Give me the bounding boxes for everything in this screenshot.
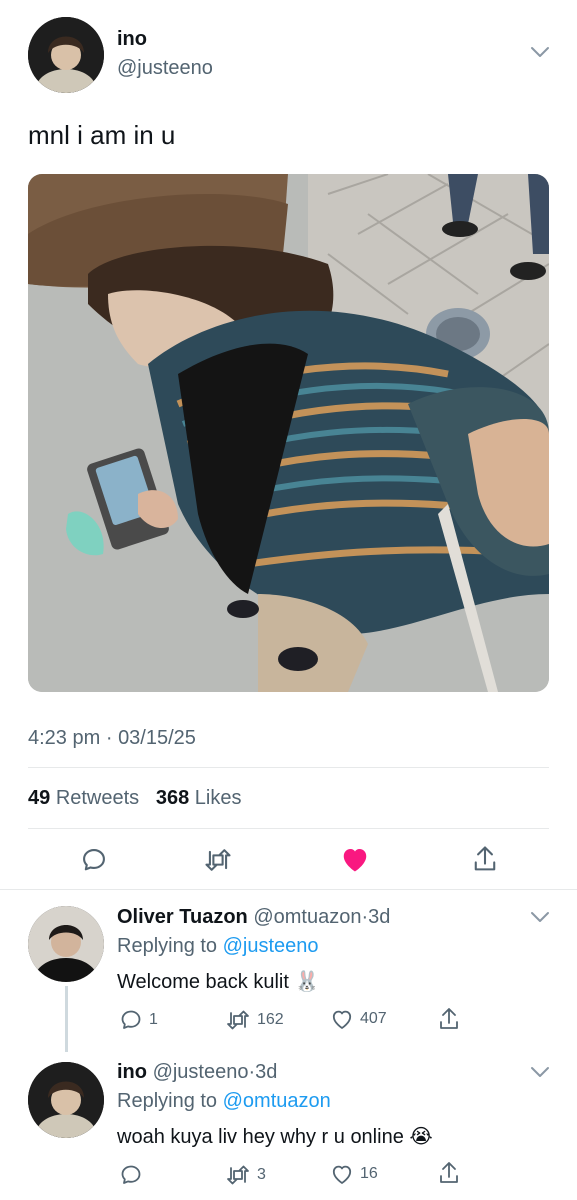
replying-to: Replying to @justeeno xyxy=(117,935,319,958)
rabbit-emoji: 🐰 xyxy=(294,971,320,993)
reply-like-count: 16 xyxy=(360,1165,378,1182)
reply-comment-button[interactable]: 1 xyxy=(119,1008,158,1032)
tweet-stats: 49 Retweets 368 Likes xyxy=(28,787,242,810)
reply-text: Welcome back kulit xyxy=(117,971,289,993)
chevron-down-icon[interactable] xyxy=(530,45,550,59)
like-button[interactable] xyxy=(340,845,370,873)
heart-outline-icon xyxy=(332,1165,352,1184)
reply-like-button[interactable]: 407 xyxy=(330,1008,387,1030)
reply-like-count: 407 xyxy=(360,1010,387,1027)
heart-outline-icon xyxy=(332,1010,352,1029)
reply-retweet-count: 162 xyxy=(257,1011,284,1028)
reply-retweet-button[interactable]: 162 xyxy=(225,1008,284,1032)
retweets-stat[interactable]: 49 Retweets xyxy=(28,787,139,809)
reply-header: Oliver Tuazon @omtuazon·3d xyxy=(117,906,390,929)
reply-text: woah kuya liv hey why r u online xyxy=(117,1126,404,1148)
reply-handle[interactable]: @justeeno xyxy=(153,1061,249,1083)
reply-retweet-button[interactable]: 3 xyxy=(225,1163,266,1187)
reply-display-name[interactable]: Oliver Tuazon xyxy=(117,906,248,928)
divider xyxy=(0,889,577,890)
reply-share-button[interactable] xyxy=(437,1160,461,1186)
reply-header: ino @justeeno·3d xyxy=(117,1061,277,1084)
likes-count: 368 xyxy=(155,787,190,809)
reply-age: 3d xyxy=(368,906,391,928)
share-icon xyxy=(440,1008,458,1029)
reply-like-button[interactable]: 16 xyxy=(330,1163,378,1185)
tweet-time: 4:23 pm xyxy=(28,727,101,749)
chevron-down-icon[interactable] xyxy=(530,910,550,924)
author-handle[interactable]: @justeeno xyxy=(117,57,213,80)
thread-connector xyxy=(65,986,68,1052)
heart-filled-icon xyxy=(343,849,367,872)
retweet-icon xyxy=(205,849,231,871)
replying-to-link[interactable]: @omtuazon xyxy=(223,1090,331,1112)
replying-to-link[interactable]: @justeeno xyxy=(223,935,319,957)
author-display-name[interactable]: ino xyxy=(117,28,147,51)
reply-avatar[interactable] xyxy=(28,1062,104,1138)
reply-age: 3d xyxy=(255,1061,278,1083)
author-avatar[interactable] xyxy=(28,17,104,93)
comment-icon xyxy=(83,849,105,871)
retweets-label: Retweets xyxy=(55,787,140,809)
reply-avatar[interactable] xyxy=(28,906,104,982)
retweet-icon xyxy=(227,1165,249,1185)
reply-share-button[interactable] xyxy=(437,1006,461,1032)
comment-icon xyxy=(121,1010,141,1029)
tweet-photo[interactable] xyxy=(28,174,549,692)
divider xyxy=(28,767,549,768)
tweet-date: 03/15/25 xyxy=(118,727,196,749)
reply-comment-button[interactable] xyxy=(119,1163,149,1187)
share-button[interactable] xyxy=(471,844,499,874)
reply-text-row: Welcome back kulit 🐰 xyxy=(117,969,319,994)
reply-retweet-count: 3 xyxy=(257,1166,266,1183)
reply-button[interactable] xyxy=(80,846,108,874)
share-icon xyxy=(474,846,496,871)
replying-prefix: Replying to xyxy=(117,935,218,957)
reply-display-name[interactable]: ino xyxy=(117,1061,147,1083)
reply-comment-count: 1 xyxy=(149,1011,158,1028)
comment-icon xyxy=(121,1165,141,1184)
reply-handle[interactable]: @omtuazon xyxy=(253,906,361,928)
replying-to: Replying to @omtuazon xyxy=(117,1090,331,1113)
retweets-count: 49 xyxy=(28,787,51,809)
tweet-timestamp: 4:23 pm · 03/15/25 xyxy=(28,727,196,750)
chevron-down-icon[interactable] xyxy=(530,1065,550,1079)
crying-emoji: 😭 xyxy=(409,1126,433,1148)
reply-text-row: woah kuya liv hey why r u online 😭 xyxy=(117,1124,433,1149)
share-icon xyxy=(440,1162,458,1183)
divider xyxy=(28,828,549,829)
tweet-text: mnl i am in u xyxy=(28,120,176,150)
replying-prefix: Replying to xyxy=(117,1090,218,1112)
retweet-button[interactable] xyxy=(203,846,233,874)
likes-stat[interactable]: 368 Likes xyxy=(156,787,242,809)
retweet-icon xyxy=(227,1010,249,1030)
timestamp-separator: · xyxy=(105,727,113,749)
likes-label: Likes xyxy=(194,787,242,809)
